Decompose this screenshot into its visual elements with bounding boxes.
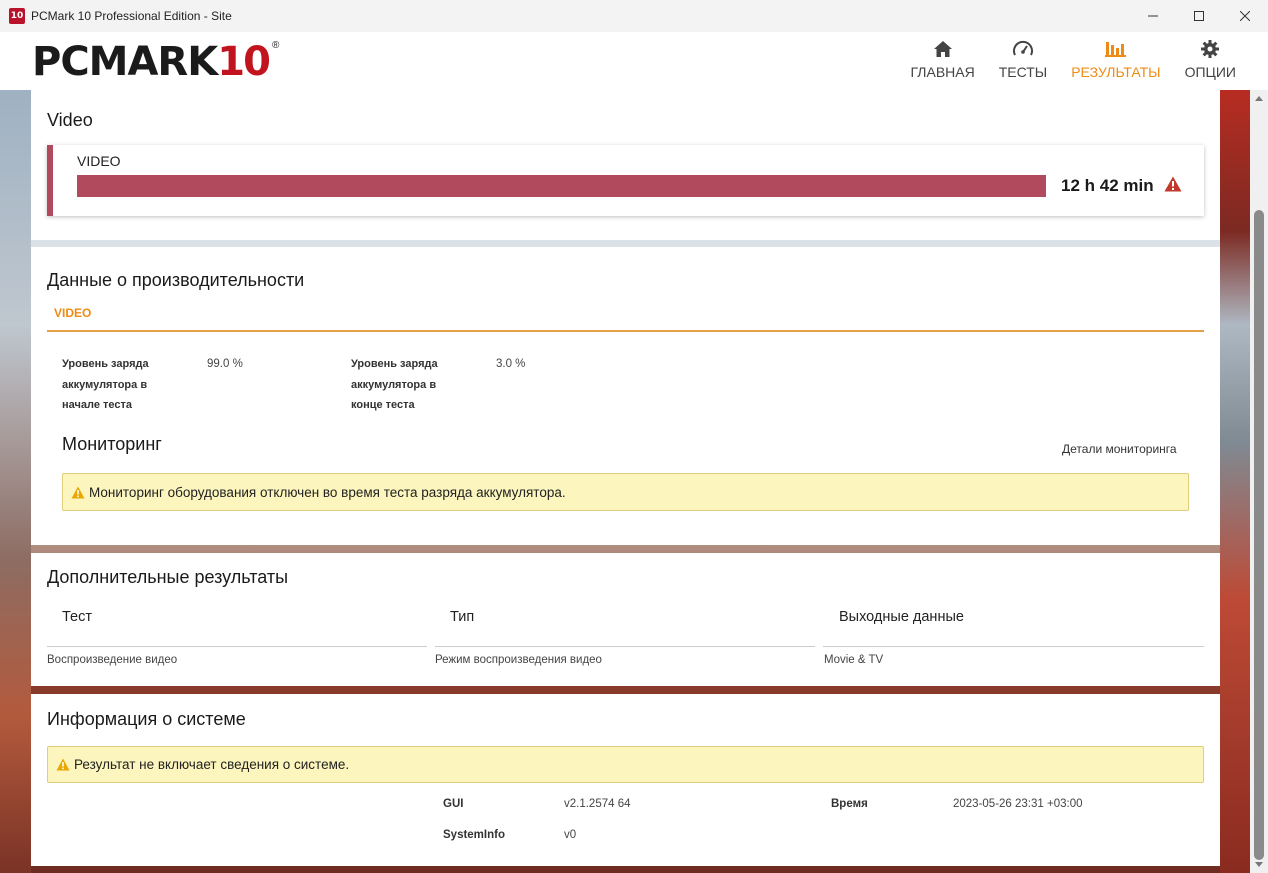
gear-icon — [1200, 38, 1220, 60]
close-icon — [1240, 11, 1250, 21]
time-label: Время — [831, 798, 868, 810]
warning-icon[interactable] — [1164, 176, 1182, 197]
minimize-button[interactable] — [1130, 0, 1176, 32]
battery-start-label: Уровень заряда аккумулятора в начале тес… — [62, 358, 149, 411]
column-header-output: Выходные данные — [839, 609, 964, 625]
nav-home[interactable]: ГЛАВНАЯ — [911, 38, 975, 80]
warning-icon — [71, 486, 85, 499]
scroll-down-arrow-icon[interactable] — [1255, 862, 1263, 867]
gui-label: GUI — [443, 798, 464, 810]
monitoring-title: Мониторинг — [62, 434, 162, 454]
monitoring-notice-text: Мониторинг оборудования отключен во врем… — [89, 484, 566, 500]
window-titlebar: 10 PCMark 10 Professional Edition - Site — [0, 0, 1268, 32]
warning-icon — [56, 758, 70, 771]
window-title: PCMark 10 Professional Edition - Site — [31, 9, 232, 23]
systeminfo-label: SystemInfo — [443, 829, 505, 841]
scroll-up-arrow-icon[interactable] — [1255, 96, 1263, 101]
nav-options-label: ОПЦИИ — [1184, 64, 1236, 80]
column-header-test: Тест — [62, 609, 92, 625]
monitoring-details-link[interactable]: Детали мониторинга — [1062, 442, 1177, 456]
systeminfo-value: v0 — [564, 829, 577, 841]
system-info-notice-text: Результат не включает сведения о системе… — [74, 757, 350, 772]
table-cell-output: Movie & TV — [824, 654, 884, 666]
close-button[interactable] — [1222, 0, 1268, 32]
nav-home-label: ГЛАВНАЯ — [910, 64, 975, 80]
table-cell-type: Режим воспроизведения видео — [435, 654, 602, 666]
tab-underline — [47, 330, 1204, 332]
system-info-notice: Результат не включает сведения о системе… — [47, 746, 1204, 783]
battery-end-label: Уровень заряда аккумулятора в конце тест… — [351, 358, 438, 411]
background-right-strip — [1220, 90, 1250, 873]
video-score: 12 h 42 min — [1061, 176, 1154, 195]
performance-panel: Данные о производительности VIDEO Уровен… — [31, 247, 1220, 545]
video-panel: Video VIDEO 12 h 42 min — [31, 90, 1220, 240]
app-header: PCMARK 10 ® ГЛАВНАЯ ТЕСТЫ РЕЗУЛЬТАТЫ ОПЦ… — [0, 32, 1268, 90]
window-controls — [1130, 0, 1268, 32]
battery-end-value: 3.0 % — [496, 358, 526, 370]
maximize-icon — [1194, 11, 1204, 21]
maximize-button[interactable] — [1176, 0, 1222, 32]
battery-start-value: 99.0 % — [207, 358, 243, 370]
additional-results-panel: Дополнительные результаты Тест Тип Выход… — [31, 553, 1220, 686]
bar-chart-icon — [1104, 38, 1127, 60]
column-divider — [435, 646, 815, 647]
gui-value: v2.1.2574 64 — [564, 798, 631, 810]
column-header-type: Тип — [450, 609, 475, 625]
time-value: 2023-05-26 23:31 +03:00 — [953, 798, 1083, 810]
nav-results[interactable]: РЕЗУЛЬТАТЫ — [1071, 38, 1161, 80]
video-test-name: VIDEO — [77, 153, 121, 169]
video-score-bar — [77, 175, 1046, 197]
nav-options[interactable]: ОПЦИИ — [1185, 38, 1236, 80]
pcmark-logo: PCMARK 10 ® — [32, 39, 279, 85]
logo-text: PCMARK — [32, 39, 218, 85]
additional-results-title: Дополнительные результаты — [47, 567, 289, 587]
logo-number: 10 — [217, 39, 271, 85]
performance-title: Данные о производительности — [47, 270, 305, 290]
vertical-scrollbar[interactable] — [1250, 90, 1268, 873]
scroll-thumb[interactable] — [1254, 210, 1264, 860]
system-info-panel: Информация о системе Результат не включа… — [31, 694, 1220, 866]
nav-tests-label: ТЕСТЫ — [998, 64, 1048, 80]
home-icon — [933, 38, 953, 60]
table-cell-test: Воспроизведение видео — [47, 654, 178, 666]
app-icon: 10 — [9, 8, 25, 24]
nav-tests[interactable]: ТЕСТЫ — [999, 38, 1047, 80]
main-nav: ГЛАВНАЯ ТЕСТЫ РЕЗУЛЬТАТЫ ОПЦИИ — [887, 38, 1236, 80]
gauge-icon — [1012, 38, 1034, 60]
minimize-icon — [1148, 15, 1158, 17]
background-left-strip — [0, 90, 31, 873]
monitoring-notice: Мониторинг оборудования отключен во врем… — [62, 473, 1189, 511]
logo-registered-mark: ® — [272, 40, 280, 51]
system-info-title: Информация о системе — [47, 709, 246, 729]
video-score-card: VIDEO 12 h 42 min — [47, 145, 1204, 216]
column-divider — [823, 646, 1204, 647]
column-divider — [47, 646, 427, 647]
nav-results-label: РЕЗУЛЬТАТЫ — [1071, 64, 1161, 80]
video-panel-title: Video — [47, 110, 93, 130]
tab-video[interactable]: VIDEO — [54, 306, 91, 320]
